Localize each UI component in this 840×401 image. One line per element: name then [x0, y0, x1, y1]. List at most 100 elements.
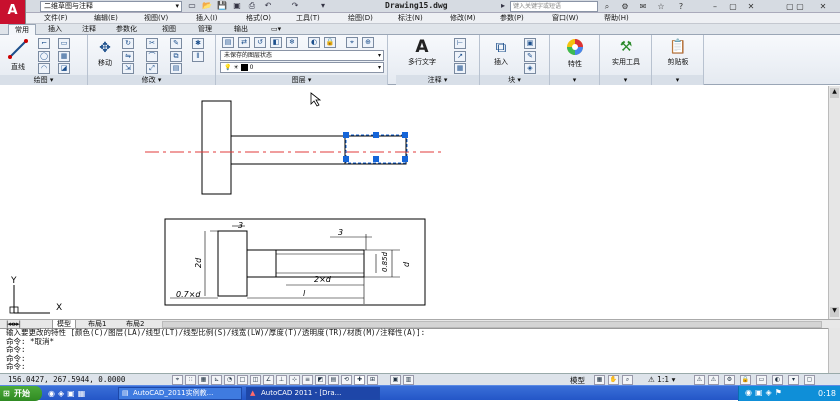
grip[interactable]: [402, 156, 408, 162]
tab-manage[interactable]: 管理: [192, 24, 218, 35]
status-bar-menu-icon[interactable]: ▾: [788, 375, 799, 385]
3d-osnap-icon[interactable]: ◫: [250, 375, 261, 385]
layers-panel-title[interactable]: 图层 ▾: [216, 75, 387, 85]
favorites-icon[interactable]: ☆: [654, 0, 668, 13]
utilities-button[interactable]: ⚒ 实用工具: [602, 37, 650, 67]
infer-constraints-icon[interactable]: ⌖: [172, 375, 183, 385]
selection-cycling-icon[interactable]: ⟲: [341, 375, 352, 385]
scale-icon[interactable]: ⤢: [146, 63, 158, 74]
object-snap-tracking-icon[interactable]: ∠: [263, 375, 274, 385]
grid-display-icon[interactable]: ▦: [198, 375, 209, 385]
app-restore-controls[interactable]: ▢ ▢: [780, 0, 810, 13]
attribute-icon[interactable]: ◈: [524, 63, 536, 74]
taskbar-item-autocad[interactable]: ▲ AutoCAD 2011 - [Dra...: [246, 387, 380, 400]
new-file-icon[interactable]: ▭: [187, 1, 197, 11]
menu-file[interactable]: 文件(F): [44, 13, 68, 24]
annotation-visibility-icon[interactable]: ⚠: [694, 375, 705, 385]
object-snap-icon[interactable]: □: [237, 375, 248, 385]
quick-launch-icons[interactable]: ◉◈▣▦: [48, 388, 108, 399]
annotation-monitor-icon[interactable]: ⊞: [367, 375, 378, 385]
open-file-icon[interactable]: 📂: [202, 1, 212, 11]
polar-tracking-icon[interactable]: ◔: [224, 375, 235, 385]
layer-match-icon[interactable]: ⇄: [238, 37, 250, 48]
undo-icon[interactable]: ↶: [263, 1, 273, 11]
application-menu-button[interactable]: A: [0, 0, 26, 24]
lineweight-icon[interactable]: ≡: [302, 375, 313, 385]
table-icon[interactable]: ▦: [454, 63, 466, 74]
bolt-head-outline[interactable]: [201, 100, 232, 195]
annotation-panel-title[interactable]: 注释 ▾: [396, 75, 479, 85]
tab-annotate[interactable]: 注释: [76, 24, 102, 35]
current-layer-dropdown[interactable]: 💡 ☀ 0 ▾: [220, 62, 384, 73]
polyline-icon[interactable]: ⌐: [38, 38, 50, 49]
search-input[interactable]: 键入关键字或短语: [510, 1, 598, 12]
ribbon-minimize-icon[interactable]: ▭▾: [268, 24, 284, 35]
grip[interactable]: [402, 132, 408, 138]
menu-window[interactable]: 窗口(W): [552, 13, 578, 24]
quick-view-layouts-icon[interactable]: ▥: [403, 375, 414, 385]
tab-parametric[interactable]: 参数化: [110, 24, 143, 35]
tab-view[interactable]: 视图: [156, 24, 182, 35]
close-icon[interactable]: ✕: [744, 0, 758, 13]
workspace-dropdown[interactable]: 二维草图与注释 ▾: [40, 1, 182, 12]
stretch-icon[interactable]: ⇲: [122, 63, 134, 74]
taskbar-item-tutorial[interactable]: ▤ AutoCAD_2011实例教...: [118, 387, 242, 400]
ortho-active-icon[interactable]: ✚: [354, 375, 365, 385]
properties-button[interactable]: 特性: [554, 37, 596, 69]
layer-freeze-icon[interactable]: ❄: [286, 37, 298, 48]
command-scrollbar[interactable]: [828, 328, 840, 373]
grip[interactable]: [373, 156, 379, 162]
menu-tools[interactable]: 工具(T): [296, 13, 320, 24]
restore-icon[interactable]: ▢: [726, 0, 740, 13]
layer-properties-icon[interactable]: ▤: [222, 37, 234, 48]
menu-help[interactable]: 帮助(H): [604, 13, 629, 24]
tab-insert[interactable]: 插入: [42, 24, 68, 35]
search-icon[interactable]: ⌕: [600, 0, 614, 13]
move-button[interactable]: ✥ 移动: [92, 38, 118, 68]
quick-access-menu-icon[interactable]: ▾: [318, 1, 328, 11]
draw-panel-title[interactable]: 绘图 ▾: [0, 75, 87, 85]
transparency-icon[interactable]: ◩: [315, 375, 326, 385]
rectangle-icon[interactable]: ▭: [58, 38, 70, 49]
model-space-icon[interactable]: ▣: [390, 375, 401, 385]
menu-view[interactable]: 视图(V): [144, 13, 168, 24]
explode-icon[interactable]: ✱: [192, 38, 204, 49]
coordinates-readout[interactable]: 156.0427, 267.5944, 0.0000: [8, 375, 125, 384]
quick-view-drawings-icon[interactable]: ▦: [594, 375, 605, 385]
pan-icon[interactable]: ✋: [608, 375, 619, 385]
mirror-icon[interactable]: ⇋: [122, 51, 134, 62]
circle-icon[interactable]: ◯: [38, 51, 50, 62]
annotation-scale[interactable]: ⚠ 1:1 ▾: [648, 375, 675, 384]
layer-walk-icon[interactable]: ⌖: [346, 37, 358, 48]
layer-previous-icon[interactable]: ↺: [254, 37, 266, 48]
horizontal-scrollbar[interactable]: [162, 321, 822, 328]
command-input[interactable]: 命令:: [6, 362, 828, 372]
fillet-icon[interactable]: ⌒: [146, 51, 158, 62]
snap-mode-icon[interactable]: ∷: [185, 375, 196, 385]
layer-off-icon[interactable]: ◐: [308, 37, 320, 48]
command-window[interactable]: 输入要更改的特性 [颜色(C)/图层(LA)/线型(LT)/线型比例(S)/线宽…: [0, 328, 828, 373]
menu-format[interactable]: 格式(O): [246, 13, 271, 24]
minimize-icon[interactable]: –: [708, 0, 722, 13]
communication-icon[interactable]: ✉: [636, 0, 650, 13]
ortho-mode-icon[interactable]: ⊾: [211, 375, 222, 385]
layer-merge-icon[interactable]: ⊕: [362, 37, 374, 48]
clipboard-button[interactable]: 📋 剪贴板: [654, 37, 702, 67]
arc-icon[interactable]: ◠: [38, 63, 50, 74]
properties-panel-title[interactable]: ▾: [550, 75, 599, 85]
trim-icon[interactable]: ✂: [146, 38, 158, 49]
menu-dimension[interactable]: 标注(N): [398, 13, 423, 24]
region-icon[interactable]: ◪: [58, 63, 70, 74]
grip[interactable]: [343, 156, 349, 162]
leader-icon[interactable]: ↗: [454, 51, 466, 62]
bolt-shank-outline[interactable]: [230, 135, 407, 165]
erase-icon[interactable]: ✎: [170, 38, 182, 49]
offset-icon[interactable]: ⫴: [192, 51, 204, 62]
toolbar-lock-icon[interactable]: 🔒: [740, 375, 751, 385]
clipboard-panel-title[interactable]: ▾: [652, 75, 703, 85]
start-button[interactable]: ⊞ 开始: [0, 386, 42, 401]
app-close-icon[interactable]: ✕: [816, 0, 830, 13]
tab-output[interactable]: 输出: [228, 24, 254, 35]
edit-block-icon[interactable]: ✎: [524, 51, 536, 62]
drawing-canvas[interactable]: 3 3 2d 2×d 0.85d d 0.7×d l Y X: [0, 86, 828, 319]
